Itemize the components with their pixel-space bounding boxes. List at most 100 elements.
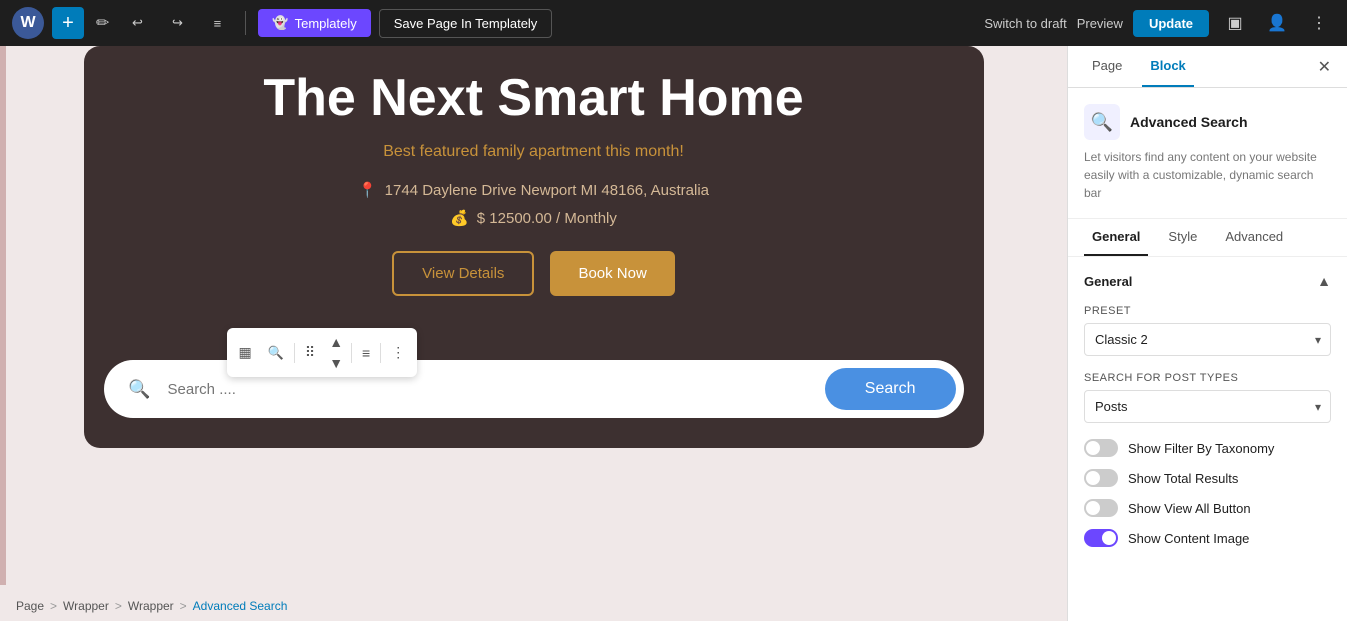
switch-draft-button[interactable]: Switch to draft	[984, 16, 1066, 31]
hero-buttons: View Details Book Now	[124, 251, 944, 296]
block-info-icon: 🔍	[1084, 104, 1120, 140]
address-text: 1744 Daylene Drive Newport MI 48166, Aus…	[385, 182, 709, 199]
toolbar-separator-2	[351, 343, 352, 363]
canvas-block: The Next Smart Home Best featured family…	[84, 46, 984, 448]
breadcrumb: Page > Wrapper > Wrapper > Advanced Sear…	[0, 591, 1067, 621]
sidebar-close-button[interactable]: ✕	[1318, 57, 1331, 77]
toggle-view-all-switch[interactable]	[1084, 499, 1118, 517]
main-layout: The Next Smart Home Best featured family…	[0, 46, 1347, 621]
toggle-total-results-label: Show Total Results	[1128, 471, 1238, 486]
breadcrumb-sep-2: >	[115, 599, 122, 613]
search-for-select-wrapper: Posts Pages Products ▾	[1084, 390, 1331, 423]
up-down-buttons: ▲ ▼	[323, 332, 349, 373]
section-collapse-button[interactable]: ▲	[1317, 273, 1331, 289]
templately-label: Templately	[295, 16, 357, 31]
block-info: 🔍 Advanced Search Let visitors find any …	[1068, 88, 1347, 219]
hero-title: The Next Smart Home	[124, 70, 944, 127]
move-up-button[interactable]: ▲	[323, 332, 349, 352]
scroll-indicator	[0, 46, 6, 585]
block-info-description: Let visitors find any content on your we…	[1084, 148, 1331, 202]
drag-handle-button[interactable]: ⠿	[297, 338, 323, 367]
breadcrumb-wrapper-1[interactable]: Wrapper	[63, 599, 109, 613]
topbar: W + ✏ ↩ ↪ ≡ 👻 Templately Save Page In Te…	[0, 0, 1347, 46]
block-type-button[interactable]: ▦	[231, 338, 260, 367]
canvas-area: The Next Smart Home Best featured family…	[0, 46, 1067, 621]
wp-logo-icon[interactable]: W	[12, 7, 44, 39]
align-icon: ≡	[362, 345, 370, 361]
canvas-content: The Next Smart Home Best featured family…	[84, 46, 984, 360]
panel-tabs: General Style Advanced	[1068, 219, 1347, 257]
templately-button[interactable]: 👻 Templately	[258, 9, 370, 37]
view-details-button[interactable]: View Details	[392, 251, 534, 296]
more-block-options-button[interactable]: ⋮	[383, 338, 413, 367]
search-block-icon: 🔍	[268, 345, 284, 361]
panel-tab-advanced[interactable]: Advanced	[1217, 219, 1291, 256]
search-for-select[interactable]: Posts Pages Products	[1084, 390, 1331, 423]
breadcrumb-sep-3: >	[180, 599, 187, 613]
move-down-button[interactable]: ▼	[323, 353, 349, 373]
preset-select[interactable]: Classic 1 Classic 2 Classic 3	[1084, 323, 1331, 356]
toggle-total-results: Show Total Results	[1084, 469, 1331, 487]
toggle-view-all-button: Show View All Button	[1084, 499, 1331, 517]
align-button[interactable]: ≡	[354, 339, 378, 367]
block-info-title: Advanced Search	[1130, 114, 1248, 130]
canvas-inner: The Next Smart Home Best featured family…	[0, 46, 1067, 591]
breadcrumb-wrapper-2[interactable]: Wrapper	[128, 599, 174, 613]
update-button[interactable]: Update	[1133, 10, 1209, 37]
panel-tab-style[interactable]: Style	[1160, 219, 1205, 256]
avatar-button[interactable]: 👤	[1261, 7, 1293, 39]
breadcrumb-advanced-search[interactable]: Advanced Search	[193, 599, 288, 613]
block-type-icon: ▦	[239, 344, 252, 361]
toggle-total-results-switch[interactable]	[1084, 469, 1118, 487]
avatar-icon: 👤	[1267, 13, 1287, 33]
advanced-search-icon: 🔍	[1091, 112, 1113, 133]
add-block-button[interactable]: +	[52, 7, 84, 39]
hero-subtitle: Best featured family apartment this mont…	[124, 143, 944, 161]
toggle-view-all-label: Show View All Button	[1128, 501, 1251, 516]
panel-section-general: General ▲ Preset Classic 1 Classic 2 Cla…	[1068, 257, 1347, 575]
redo-button[interactable]: ↪	[161, 7, 193, 39]
price-text: $ 12500.00 / Monthly	[477, 210, 617, 227]
templately-icon: 👻	[272, 15, 288, 31]
search-for-label: Search For Post Types	[1084, 372, 1331, 384]
more-options-button[interactable]: ⋮	[1303, 7, 1335, 39]
sidebar-tab-page[interactable]: Page	[1084, 46, 1130, 87]
preset-label: Preset	[1084, 305, 1331, 317]
block-toolbar: ▦ 🔍 ⠿ ▲ ▼ ≡	[227, 328, 418, 377]
layout-icon-button[interactable]: ▣	[1219, 7, 1251, 39]
address-icon: 📍	[358, 181, 377, 199]
sidebar-tabs: Page Block ✕	[1068, 46, 1347, 88]
undo-button[interactable]: ↩	[121, 7, 153, 39]
section-header: General ▲	[1084, 273, 1331, 289]
edit-mode-button[interactable]: ✏	[92, 9, 113, 37]
separator	[245, 11, 246, 35]
book-now-button[interactable]: Book Now	[550, 251, 674, 296]
toggle-content-image-label: Show Content Image	[1128, 531, 1249, 546]
toggle-content-image-switch[interactable]	[1084, 529, 1118, 547]
search-icon: 🔍	[124, 373, 156, 405]
toggle-content-image: Show Content Image	[1084, 529, 1331, 547]
save-page-button[interactable]: Save Page In Templately	[379, 9, 553, 38]
hero-address: 📍 1744 Daylene Drive Newport MI 48166, A…	[124, 181, 944, 199]
toolbar-separator-3	[380, 343, 381, 363]
preset-field: Preset Classic 1 Classic 2 Classic 3 ▾	[1084, 305, 1331, 356]
search-input[interactable]	[156, 381, 825, 398]
section-title: General	[1084, 274, 1132, 289]
panel-tab-general[interactable]: General	[1084, 219, 1148, 256]
search-for-field: Search For Post Types Posts Pages Produc…	[1084, 372, 1331, 423]
drag-icon: ⠿	[305, 344, 315, 361]
toggle-filter-taxonomy-label: Show Filter By Taxonomy	[1128, 441, 1274, 456]
topbar-right: Switch to draft Preview Update ▣ 👤 ⋮	[984, 7, 1335, 39]
toggle-filter-taxonomy: Show Filter By Taxonomy	[1084, 439, 1331, 457]
toolbar-separator	[294, 343, 295, 363]
hero-price: 💰 $ 12500.00 / Monthly	[124, 209, 944, 227]
sidebar-tab-block[interactable]: Block	[1142, 46, 1193, 87]
toggle-filter-taxonomy-switch[interactable]	[1084, 439, 1118, 457]
breadcrumb-page[interactable]: Page	[16, 599, 44, 613]
sidebar: Page Block ✕ 🔍 Advanced Search Let visit…	[1067, 46, 1347, 621]
block-search-button[interactable]: 🔍	[260, 339, 292, 367]
search-button[interactable]: Search	[825, 368, 956, 410]
list-view-button[interactable]: ≡	[201, 7, 233, 39]
preview-button[interactable]: Preview	[1077, 16, 1123, 31]
preset-select-wrapper: Classic 1 Classic 2 Classic 3 ▾	[1084, 323, 1331, 356]
